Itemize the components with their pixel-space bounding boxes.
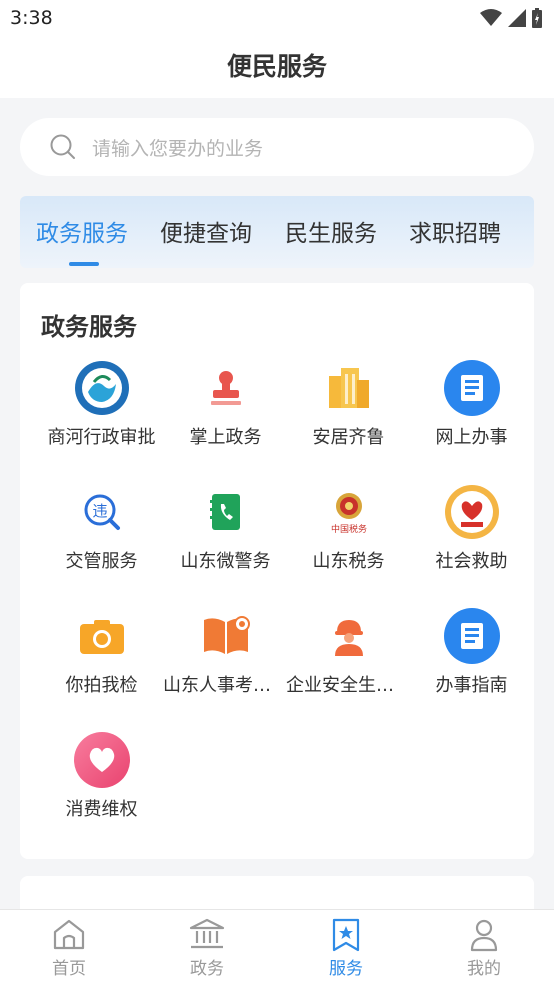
worker-helmet-icon (319, 606, 379, 666)
bookmark-star-icon (332, 918, 360, 952)
service-label: 山东人事考试... (163, 675, 288, 696)
service-card: 政务服务 商河行政审批 掌上政务 安居齐鲁 网上办事 违 交管服务 山东微警务 … (20, 283, 534, 859)
service-label: 掌上政务 (189, 427, 262, 448)
nav-label: 政务 (190, 959, 224, 979)
section-title: 政务服务 (41, 313, 137, 341)
status-time: 3:38 (10, 7, 53, 29)
page-title: 便民服务 (226, 52, 327, 81)
user-icon (470, 919, 498, 952)
social-aid-icon (442, 482, 502, 542)
service-label: 企业安全生产... (286, 675, 411, 696)
service-item[interactable]: 网上办事 (409, 358, 534, 468)
nav-home[interactable]: 首页 (0, 910, 138, 984)
search-area: 请输入您要办的业务 (0, 98, 554, 178)
svg-text:违: 违 (92, 502, 107, 520)
nav-profile[interactable]: 我的 (415, 910, 553, 984)
seal-stamp-icon (196, 358, 256, 418)
service-label: 山东税务 (312, 551, 385, 572)
service-label: 办事指南 (435, 675, 508, 696)
home-icon (53, 919, 85, 950)
nav-government[interactable]: 政务 (138, 910, 276, 984)
guide-document-icon (442, 606, 502, 666)
status-bar: 3:38 (0, 0, 554, 38)
service-item[interactable]: 山东微警务 (163, 482, 288, 592)
search-placeholder: 请输入您要办的业务 (92, 138, 264, 160)
bottom-nav: 首页 政务 服务 我的 (0, 909, 554, 984)
active-tab-indicator (69, 262, 99, 266)
nav-label: 服务 (329, 959, 363, 979)
service-label: 交管服务 (65, 551, 138, 572)
service-label: 商河行政审批 (47, 427, 156, 448)
tab-quick-query[interactable]: 便捷查询 (160, 214, 252, 248)
service-item[interactable]: 你拍我检 (39, 606, 164, 716)
nav-label: 我的 (467, 959, 501, 979)
nav-services[interactable]: 服务 (277, 910, 415, 984)
wifi-icon (480, 9, 502, 26)
service-item[interactable]: 安居齐鲁 (286, 358, 411, 468)
service-item[interactable]: 商河行政审批 (39, 358, 164, 468)
search-icon (50, 134, 75, 159)
service-label: 消费维权 (65, 799, 138, 820)
tab-gov-services[interactable]: 政务服务 (36, 214, 128, 248)
category-tabs: 政务服务 便捷查询 民生服务 求职招聘 (20, 196, 534, 268)
status-icons (480, 8, 542, 28)
government-building-icon (189, 918, 225, 949)
service-item[interactable]: 违 交管服务 (39, 482, 164, 592)
battery-icon (532, 8, 542, 28)
service-item[interactable]: 中国税务 山东税务 (286, 482, 411, 592)
tab-livelihood[interactable]: 民生服务 (285, 214, 377, 248)
book-badge-icon (196, 606, 256, 666)
building-icon (319, 358, 379, 418)
service-item[interactable]: 山东人事考试... (163, 606, 288, 716)
shanghe-emblem-icon (72, 358, 132, 418)
service-label: 社会救助 (435, 551, 508, 572)
service-label: 山东微警务 (180, 551, 271, 572)
heart-icon (72, 730, 132, 790)
traffic-violation-icon: 违 (72, 482, 132, 542)
document-icon (442, 358, 502, 418)
search-input[interactable]: 请输入您要办的业务 (20, 118, 534, 176)
service-item[interactable]: 掌上政务 (163, 358, 288, 468)
svg-text:中国税务: 中国税务 (330, 523, 366, 534)
phone-notebook-icon (196, 482, 256, 542)
nav-label: 首页 (52, 959, 86, 979)
service-item[interactable]: 社会救助 (409, 482, 534, 592)
service-label: 安居齐鲁 (312, 427, 385, 448)
app-header: 便民服务 (0, 38, 554, 98)
service-label: 网上办事 (435, 427, 508, 448)
tax-emblem-icon: 中国税务 (319, 482, 379, 542)
service-item[interactable]: 企业安全生产... (286, 606, 411, 716)
camera-icon (72, 606, 132, 666)
signal-icon (508, 9, 526, 27)
tab-jobs[interactable]: 求职招聘 (409, 214, 501, 248)
service-item[interactable]: 消费维权 (39, 730, 164, 840)
service-item[interactable]: 办事指南 (409, 606, 534, 716)
service-label: 你拍我检 (65, 675, 138, 696)
